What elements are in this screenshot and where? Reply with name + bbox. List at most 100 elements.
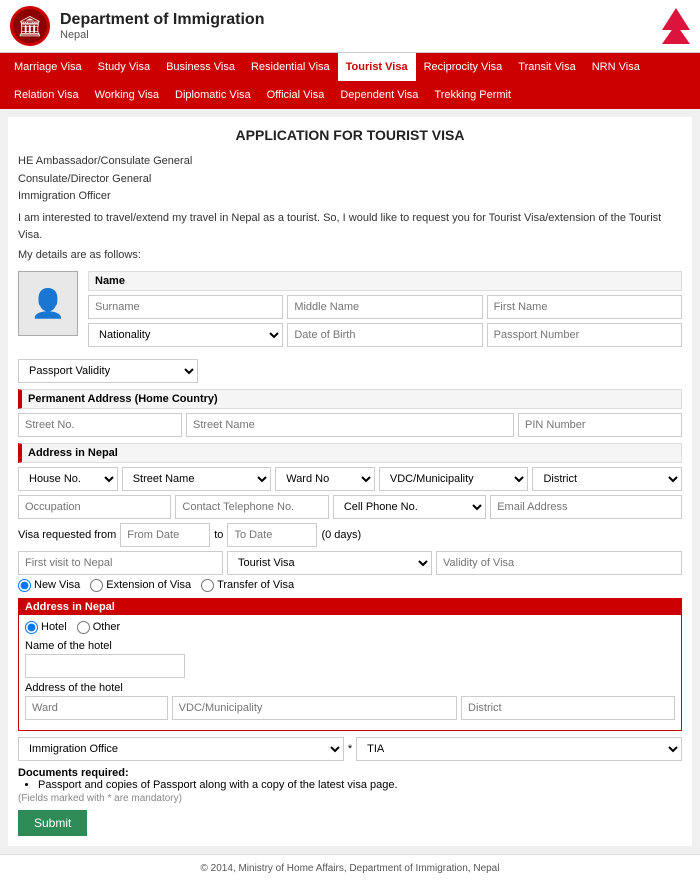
nav-study-visa[interactable]: Study Visa bbox=[90, 53, 158, 81]
occupation-row: Cell Phone No. bbox=[18, 495, 682, 519]
visit-visa-row: Tourist Visa bbox=[18, 551, 682, 575]
passport-no-wrapper bbox=[487, 323, 682, 347]
immigration-office-select[interactable]: Immigration Office bbox=[18, 737, 344, 761]
first-visit-input[interactable] bbox=[18, 551, 223, 575]
footer: © 2014, Ministry of Home Affairs, Depart… bbox=[0, 854, 700, 882]
street-name2-select[interactable]: Street Name bbox=[122, 467, 272, 491]
nav-trekking-permit[interactable]: Trekking Permit bbox=[426, 81, 519, 109]
to-label: to bbox=[214, 529, 223, 541]
cell-phone-select[interactable]: Cell Phone No. bbox=[333, 495, 486, 519]
docs-required-section: Documents required: Passport and copies … bbox=[18, 767, 682, 791]
dept-sub: Nepal bbox=[60, 29, 264, 41]
nav-official-visa[interactable]: Official Visa bbox=[259, 81, 333, 109]
first-name-input[interactable] bbox=[487, 295, 682, 319]
tia-select[interactable]: TIA bbox=[356, 737, 682, 761]
transfer-visa-radio[interactable] bbox=[201, 579, 214, 592]
docs-title: Documents required: bbox=[18, 767, 682, 779]
passport-validity-row: Passport Validity bbox=[18, 359, 682, 383]
pin-number-input[interactable] bbox=[518, 413, 682, 437]
nav-relation-visa[interactable]: Relation Visa bbox=[6, 81, 87, 109]
footer-text: © 2014, Ministry of Home Affairs, Depart… bbox=[201, 863, 500, 874]
new-visa-radio-label[interactable]: New Visa bbox=[18, 579, 80, 592]
district-select[interactable]: District bbox=[532, 467, 682, 491]
extension-visa-radio-text: Extension of Visa bbox=[106, 579, 191, 591]
street-name-input[interactable] bbox=[186, 413, 514, 437]
nationality-select[interactable]: Nationality bbox=[88, 323, 283, 347]
tia-wrapper: TIA bbox=[356, 737, 682, 761]
nav-working-visa[interactable]: Working Visa bbox=[87, 81, 167, 109]
occupation-input[interactable] bbox=[18, 495, 171, 519]
surname-input[interactable] bbox=[88, 295, 283, 319]
street-name-wrapper bbox=[186, 413, 514, 437]
visa-type-radio-group: New Visa Extension of Visa Transfer of V… bbox=[18, 579, 682, 592]
main-content: APPLICATION FOR TOURIST VISA HE Ambassad… bbox=[8, 117, 692, 846]
photo-upload[interactable]: 👤 bbox=[18, 271, 78, 336]
district2-wrapper bbox=[461, 696, 675, 720]
transfer-visa-radio-label[interactable]: Transfer of Visa bbox=[201, 579, 294, 592]
new-visa-radio[interactable] bbox=[18, 579, 31, 592]
nav-dependent-visa[interactable]: Dependent Visa bbox=[332, 81, 426, 109]
vdc-municipality-select[interactable]: VDC/Municipality bbox=[379, 467, 529, 491]
extension-visa-radio[interactable] bbox=[90, 579, 103, 592]
dept-name: Department of Immigration bbox=[60, 11, 264, 29]
passport-validity-select[interactable]: Passport Validity bbox=[18, 359, 198, 383]
nav-nrn-visa[interactable]: NRN Visa bbox=[584, 53, 648, 81]
new-visa-radio-text: New Visa bbox=[34, 579, 80, 591]
hotel-address-label: Address of the hotel bbox=[25, 682, 675, 694]
other-radio-text: Other bbox=[93, 621, 121, 633]
header: 🏛 Department of Immigration Nepal bbox=[0, 0, 700, 53]
hotel-name-input[interactable] bbox=[25, 654, 185, 678]
extension-visa-radio-label[interactable]: Extension of Visa bbox=[90, 579, 191, 592]
vdc2-wrapper bbox=[172, 696, 457, 720]
from-date-input[interactable] bbox=[120, 523, 210, 547]
nav-diplomatic-visa[interactable]: Diplomatic Visa bbox=[167, 81, 259, 109]
immigration-office-marker: * bbox=[348, 737, 352, 761]
address-nepal-box: Address in Nepal Hotel Other Name of the… bbox=[18, 598, 682, 731]
dept-info: Department of Immigration Nepal bbox=[60, 11, 264, 41]
name-row-1 bbox=[88, 295, 682, 319]
nav-reciprocity-visa[interactable]: Reciprocity Visa bbox=[416, 53, 511, 81]
person-icon: 👤 bbox=[31, 287, 66, 320]
pin-number-wrapper bbox=[518, 413, 682, 437]
flag-icon bbox=[662, 8, 690, 44]
immigration-office-wrapper: Immigration Office bbox=[18, 737, 344, 761]
street-no-input[interactable] bbox=[18, 413, 182, 437]
middle-name-input[interactable] bbox=[287, 295, 482, 319]
other-radio-label[interactable]: Other bbox=[77, 621, 121, 634]
nav-transit-visa[interactable]: Transit Visa bbox=[510, 53, 583, 81]
nav-business-visa[interactable]: Business Visa bbox=[158, 53, 243, 81]
page-title: APPLICATION FOR TOURIST VISA bbox=[18, 127, 682, 143]
nationality-wrapper: Nationality bbox=[88, 323, 283, 347]
contact-tel-input[interactable] bbox=[175, 495, 328, 519]
house-no-select[interactable]: House No. bbox=[18, 467, 118, 491]
vdc2-input[interactable] bbox=[172, 696, 457, 720]
house-no-wrapper: House No. bbox=[18, 467, 118, 491]
cell-phone-wrapper: Cell Phone No. bbox=[333, 495, 486, 519]
passport-no-input[interactable] bbox=[487, 323, 682, 347]
docs-item-1: Passport and copies of Passport along wi… bbox=[38, 779, 682, 791]
email-wrapper bbox=[490, 495, 682, 519]
name-photo-row: 👤 Name Nationality bbox=[18, 271, 682, 351]
to-date-input[interactable] bbox=[227, 523, 317, 547]
intro-text: HE Ambassador/Consulate General Consulat… bbox=[18, 153, 682, 265]
other-radio[interactable] bbox=[77, 621, 90, 634]
dob-input[interactable] bbox=[287, 323, 482, 347]
nav-marriage-visa[interactable]: Marriage Visa bbox=[6, 53, 90, 81]
ward-no-select[interactable]: Ward No bbox=[275, 467, 375, 491]
passport-validity-wrapper: Passport Validity bbox=[18, 359, 198, 383]
first-visit-wrapper bbox=[18, 551, 223, 575]
hotel-radio-label[interactable]: Hotel bbox=[25, 621, 67, 634]
email-input[interactable] bbox=[490, 495, 682, 519]
nav-tourist-visa[interactable]: Tourist Visa bbox=[338, 53, 416, 81]
ward-no-wrapper: Ward No bbox=[275, 467, 375, 491]
ward2-input[interactable] bbox=[25, 696, 168, 720]
validity-input[interactable] bbox=[436, 551, 682, 575]
hotel-radio[interactable] bbox=[25, 621, 38, 634]
district2-input[interactable] bbox=[461, 696, 675, 720]
visa-type-select[interactable]: Tourist Visa bbox=[227, 551, 432, 575]
submit-button[interactable]: Submit bbox=[18, 810, 87, 836]
address-nepal-row: House No. Street Name Ward No VDC/Munici… bbox=[18, 467, 682, 491]
name-section-label: Name bbox=[88, 271, 682, 291]
street-name2-wrapper: Street Name bbox=[122, 467, 272, 491]
nav-residential-visa[interactable]: Residential Visa bbox=[243, 53, 338, 81]
